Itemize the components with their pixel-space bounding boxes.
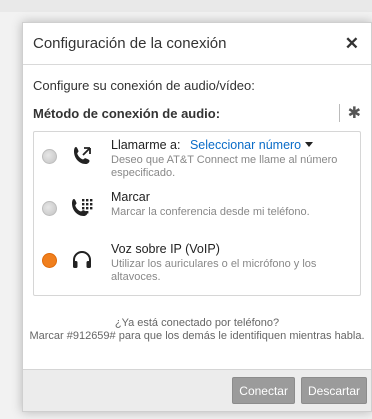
method-tools: ✱ xyxy=(338,103,361,123)
chevron-down-icon xyxy=(305,142,314,147)
radio-dial[interactable] xyxy=(42,201,57,216)
option-dial-text: Marcar Marcar la conferencia desde mi te… xyxy=(111,190,352,219)
background-strip xyxy=(0,0,372,12)
phone-callback-icon xyxy=(67,144,97,168)
method-title: Método de conexión de audio: xyxy=(33,105,221,121)
radio-voip[interactable] xyxy=(42,253,57,268)
dialog-titlebar: Configuración de la conexión ✕ xyxy=(23,23,371,65)
intro-text: Configure su conexión de audio/vídeo: xyxy=(33,78,255,93)
option-voip-title: Voz sobre IP (VoIP) xyxy=(111,242,220,256)
option-call-me-subtitle: Deseo que AT&T Connect me llame al númer… xyxy=(111,154,338,179)
option-call-me-text: Llamarme a: Seleccionar número Deseo que… xyxy=(111,138,352,180)
option-voip-text: Voz sobre IP (VoIP) Utilizar los auricul… xyxy=(111,242,352,284)
method-header: Método de conexión de audio: ✱ xyxy=(23,93,371,123)
option-dial-subtitle: Marcar la conferencia desde mi teléfono. xyxy=(111,206,310,218)
gear-icon[interactable]: ✱ xyxy=(348,103,361,123)
select-number-label: Seleccionar número xyxy=(189,138,302,152)
option-voip[interactable]: Voz sobre IP (VoIP) Utilizar los auricul… xyxy=(42,242,352,294)
select-number-dropdown[interactable]: Seleccionar número xyxy=(189,138,314,152)
footer-line-2: Marcar #912659# para que los demás le id… xyxy=(29,330,365,342)
option-call-me[interactable]: Llamarme a: Seleccionar número Deseo que… xyxy=(42,138,352,190)
radio-call-me[interactable] xyxy=(42,149,57,164)
option-dial[interactable]: Marcar Marcar la conferencia desde mi te… xyxy=(42,190,352,242)
option-call-me-title: Llamarme a: xyxy=(111,138,181,152)
connect-button[interactable]: Conectar xyxy=(232,377,295,404)
dialog-button-bar: Conectar Descartar xyxy=(23,369,371,411)
dismiss-button[interactable]: Descartar xyxy=(300,377,367,404)
phone-dialpad-icon xyxy=(67,196,97,220)
phone-connected-note: ¿Ya está conectado por teléfono? Marcar … xyxy=(23,296,371,343)
headset-icon xyxy=(67,248,97,272)
close-icon[interactable]: ✕ xyxy=(345,35,359,52)
dialog-title: Configuración de la conexión xyxy=(33,35,227,52)
audio-options-list: Llamarme a: Seleccionar número Deseo que… xyxy=(33,131,361,296)
divider xyxy=(338,104,340,122)
option-dial-title: Marcar xyxy=(111,190,150,204)
footer-line-1: ¿Ya está conectado por teléfono? xyxy=(114,317,280,329)
option-voip-subtitle: Utilizar los auriculares o el micrófono … xyxy=(111,258,317,283)
connection-settings-dialog: Configuración de la conexión ✕ Configure… xyxy=(22,22,372,412)
